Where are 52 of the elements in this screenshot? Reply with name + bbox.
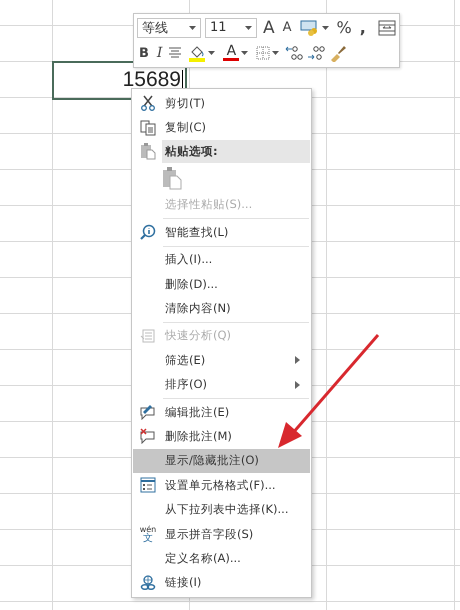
align-center-icon[interactable] [168,47,182,60]
caret-icon [189,26,196,30]
menu-item[interactable]: 删除批注(M) [133,424,310,449]
menu-item[interactable]: 排序(O) [133,372,310,397]
pinyin-icon: wén 文 [140,525,156,544]
paste-icon[interactable] [162,166,182,190]
caret-icon [245,26,252,30]
quick-analysis-icon [140,328,156,344]
menu-item[interactable]: 链接(I) [133,570,310,596]
caret-icon [272,51,280,56]
menu-item[interactable]: 删除(D)... [133,272,310,296]
menu-item[interactable]: 智能查找(L) [133,220,310,245]
clipboard-icon [140,142,156,160]
font-size-dropdown[interactable]: 11 [205,18,257,38]
menu-item[interactable]: 设置单元格格式(F)... [133,473,310,498]
comma-button[interactable]: , [358,18,368,38]
italic-button[interactable]: I [154,43,164,64]
link-icon [140,574,156,591]
format-painter-icon[interactable] [329,44,348,62]
cell-value: 15689 [122,70,182,89]
borders-icon [256,46,270,60]
decrease-decimal-icon[interactable] [307,45,326,62]
menu-item[interactable]: 显示/隐藏批注(O) [133,448,310,474]
paint-bucket-icon [188,44,206,62]
comment-pencil-icon [139,404,157,420]
scissors-icon [140,95,156,112]
format-cells-icon [140,477,156,494]
menu-item[interactable]: 筛选(E) [133,348,310,373]
menu-item[interactable]: 剪切(T) [133,91,310,116]
currency-format-button[interactable] [298,18,331,38]
menu-item[interactable]: 从下拉列表中选择(K)... [133,497,310,522]
menu-item[interactable]: 编辑批注(E) [133,400,310,424]
menu-item[interactable]: 插入(I)... [133,248,310,272]
magnifier-info-icon [140,224,156,240]
menu-item[interactable]: 复制(C) [133,115,310,140]
increase-font-button[interactable]: A [261,18,277,38]
font-name-dropdown[interactable]: 等线 [137,18,201,38]
font-color-button[interactable]: A [221,43,250,64]
menu-item[interactable]: 清除内容(N) [133,296,310,321]
decrease-font-button[interactable]: A [280,18,294,38]
section-header: 粘贴选项: [162,140,310,163]
copy-icon [140,120,156,136]
caret-icon [241,51,248,56]
caret-icon [322,26,329,30]
caret-icon [208,51,216,56]
bold-button[interactable]: B [137,43,151,64]
percent-button[interactable]: % [334,18,354,38]
menu-item[interactable]: 定义名称(A)... [133,546,310,571]
increase-decimal-icon[interactable] [285,45,304,62]
wrap-text-icon[interactable] [378,20,396,36]
comment-delete-icon [139,428,157,444]
money-icon [300,20,320,36]
